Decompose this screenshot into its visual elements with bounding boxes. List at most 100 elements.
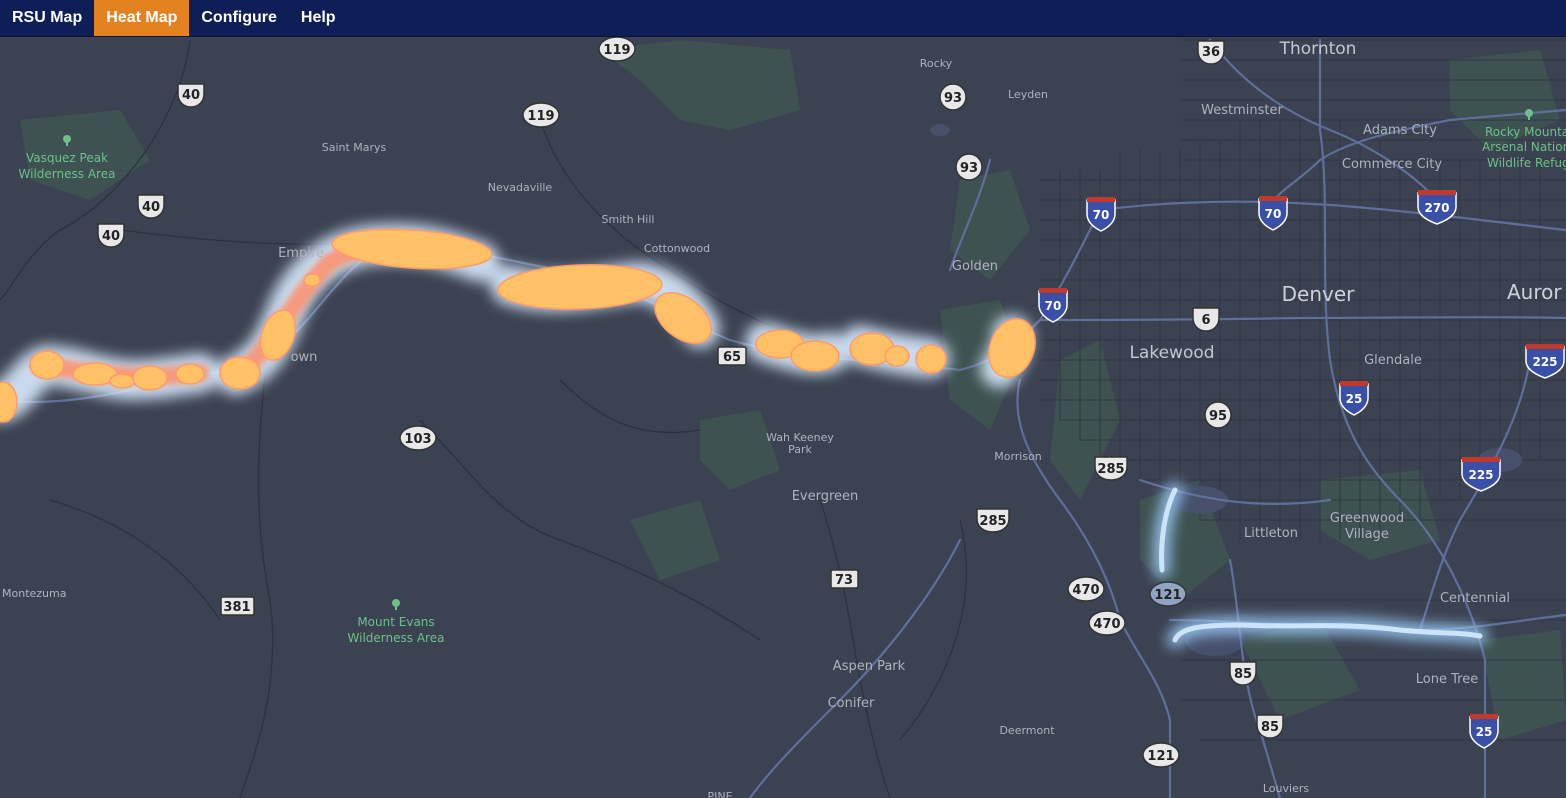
state-route-shield: 119 xyxy=(598,36,636,62)
state-route-shield: 121 xyxy=(1142,742,1180,768)
place-label: Evergreen xyxy=(792,489,859,504)
heat-hotspot[interactable] xyxy=(175,363,205,385)
state-route-shield: 93 xyxy=(955,153,983,181)
svg-text:121: 121 xyxy=(1147,749,1174,764)
heat-map-canvas[interactable]: Thornton Westminster Adams City Commerce… xyxy=(0,36,1566,798)
svg-text:119: 119 xyxy=(603,43,630,58)
svg-text:270: 270 xyxy=(1424,201,1449,215)
state-route-shield: 103 xyxy=(399,425,437,451)
heat-hotspot[interactable] xyxy=(303,273,321,287)
place-label: Conifer xyxy=(828,696,875,711)
svg-text:25: 25 xyxy=(1346,392,1363,406)
svg-text:40: 40 xyxy=(182,88,200,103)
svg-text:119: 119 xyxy=(527,109,554,124)
place-label: Adams City xyxy=(1363,123,1437,138)
place-label: Deermont xyxy=(999,724,1055,737)
place-label: Saint Marys xyxy=(322,141,387,154)
place-label: Denver xyxy=(1282,282,1356,306)
place-label: PINE xyxy=(707,790,732,798)
svg-text:470: 470 xyxy=(1093,617,1120,632)
heat-hotspot[interactable] xyxy=(29,350,65,380)
state-route-shield: 65 xyxy=(717,346,747,366)
svg-text:40: 40 xyxy=(142,200,160,215)
svg-text:6: 6 xyxy=(1201,313,1210,328)
svg-text:285: 285 xyxy=(1097,462,1124,477)
svg-text:225: 225 xyxy=(1532,355,1557,369)
park-label: Vasquez Peak xyxy=(26,151,108,165)
us-route-shield: 40 xyxy=(97,223,125,248)
svg-text:225: 225 xyxy=(1468,468,1493,482)
place-label: Golden xyxy=(952,259,998,274)
us-route-shield: 40 xyxy=(177,83,205,108)
svg-text:70: 70 xyxy=(1093,208,1110,222)
state-route-shield: 93 xyxy=(939,83,967,111)
place-label: Louviers xyxy=(1263,782,1309,795)
svg-text:36: 36 xyxy=(1202,45,1220,60)
top-nav-bar: RSU Map Heat Map Configure Help xyxy=(0,0,1566,37)
place-label: Cottonwood xyxy=(644,242,710,255)
park-label: Arsenal Nation xyxy=(1482,140,1566,154)
svg-text:70: 70 xyxy=(1045,299,1062,313)
place-label: Thornton xyxy=(1279,39,1357,59)
state-route-shield: 470 xyxy=(1088,610,1126,636)
state-route-shield: 121 xyxy=(1149,581,1187,607)
heat-hotspot[interactable] xyxy=(884,345,910,367)
svg-text:85: 85 xyxy=(1234,667,1252,682)
place-label: Park xyxy=(788,443,812,456)
state-route-shield: 95 xyxy=(1204,401,1232,429)
heat-hotspot[interactable] xyxy=(219,356,261,390)
svg-text:95: 95 xyxy=(1209,409,1227,424)
state-route-shield: 381 xyxy=(220,596,255,616)
park-label: Rocky Mounta xyxy=(1485,125,1566,139)
us-route-shield: 85 xyxy=(1229,661,1257,686)
heat-hotspot[interactable] xyxy=(109,373,135,389)
place-label: Smith Hill xyxy=(602,213,655,226)
us-route-shield: 285 xyxy=(976,508,1010,533)
svg-text:93: 93 xyxy=(944,91,962,106)
svg-text:470: 470 xyxy=(1072,583,1099,598)
place-label: Morrison xyxy=(994,450,1042,463)
place-label: Lone Tree xyxy=(1416,672,1478,687)
place-label: Commerce City xyxy=(1342,157,1442,172)
place-label: Centennial xyxy=(1440,591,1510,606)
place-label: Littleton xyxy=(1244,526,1298,541)
park-label: Wilderness Area xyxy=(348,631,445,645)
park-label: Wildlife Refug xyxy=(1487,156,1566,170)
tab-heat-map[interactable]: Heat Map xyxy=(94,0,190,36)
place-label: Montezuma xyxy=(2,587,66,600)
place-label: Rocky xyxy=(920,57,953,70)
place-label: Greenwood xyxy=(1330,511,1404,526)
state-route-shield: 470 xyxy=(1067,576,1105,602)
park-label: Wilderness Area xyxy=(19,167,116,181)
us-route-shield: 285 xyxy=(1094,456,1128,481)
place-label: Empire xyxy=(278,246,324,261)
place-label: Village xyxy=(1345,527,1389,542)
heat-hotspot[interactable] xyxy=(132,365,168,391)
svg-text:40: 40 xyxy=(102,229,120,244)
state-route-shield: 73 xyxy=(830,569,859,589)
us-route-shield: 6 xyxy=(1192,307,1220,332)
us-route-shield: 40 xyxy=(137,194,165,219)
park-label: Mount Evans xyxy=(357,615,434,629)
place-label: own xyxy=(291,350,318,365)
tab-help[interactable]: Help xyxy=(289,0,348,36)
place-label: Glendale xyxy=(1364,353,1422,368)
heat-hotspot[interactable] xyxy=(915,344,947,374)
tab-configure[interactable]: Configure xyxy=(189,0,289,36)
svg-text:285: 285 xyxy=(979,514,1006,529)
svg-text:93: 93 xyxy=(960,161,978,176)
tab-rsu-map[interactable]: RSU Map xyxy=(0,0,94,36)
place-label: Nevadaville xyxy=(488,181,553,194)
state-route-shield: 119 xyxy=(522,102,560,128)
us-route-shield: 85 xyxy=(1256,714,1284,739)
svg-text:73: 73 xyxy=(835,573,853,588)
svg-text:25: 25 xyxy=(1476,725,1493,739)
place-label: Auror xyxy=(1507,280,1562,304)
svg-text:65: 65 xyxy=(723,350,741,365)
svg-text:85: 85 xyxy=(1261,720,1279,735)
heat-hotspot[interactable] xyxy=(790,340,840,372)
place-label: Lakewood xyxy=(1129,343,1214,363)
svg-text:103: 103 xyxy=(404,432,431,447)
svg-text:121: 121 xyxy=(1154,588,1181,603)
place-label: Leyden xyxy=(1008,88,1048,101)
